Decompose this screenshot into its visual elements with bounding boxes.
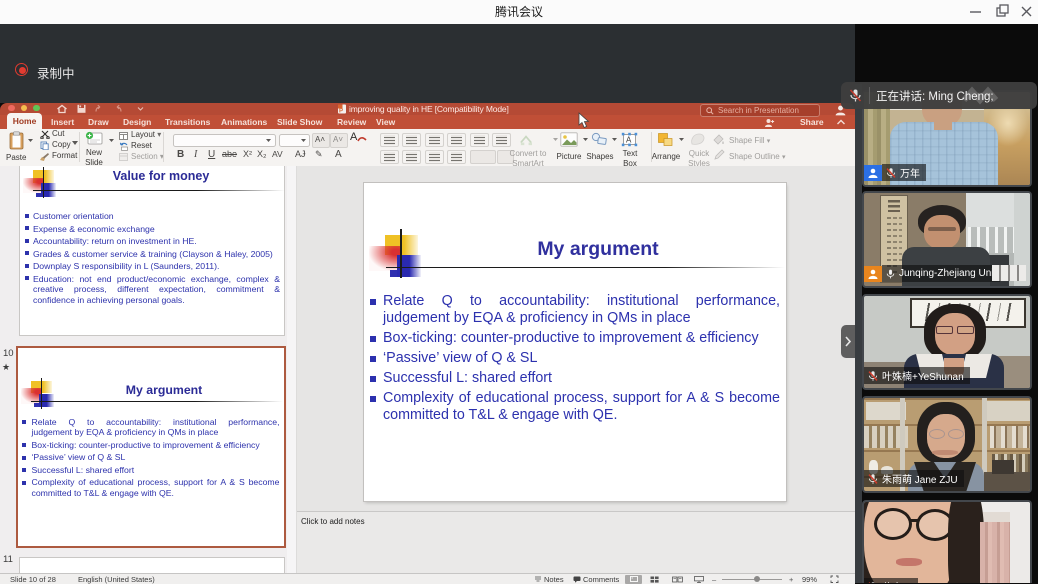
svg-text:A: A — [626, 136, 632, 145]
svg-text:P: P — [339, 109, 343, 114]
